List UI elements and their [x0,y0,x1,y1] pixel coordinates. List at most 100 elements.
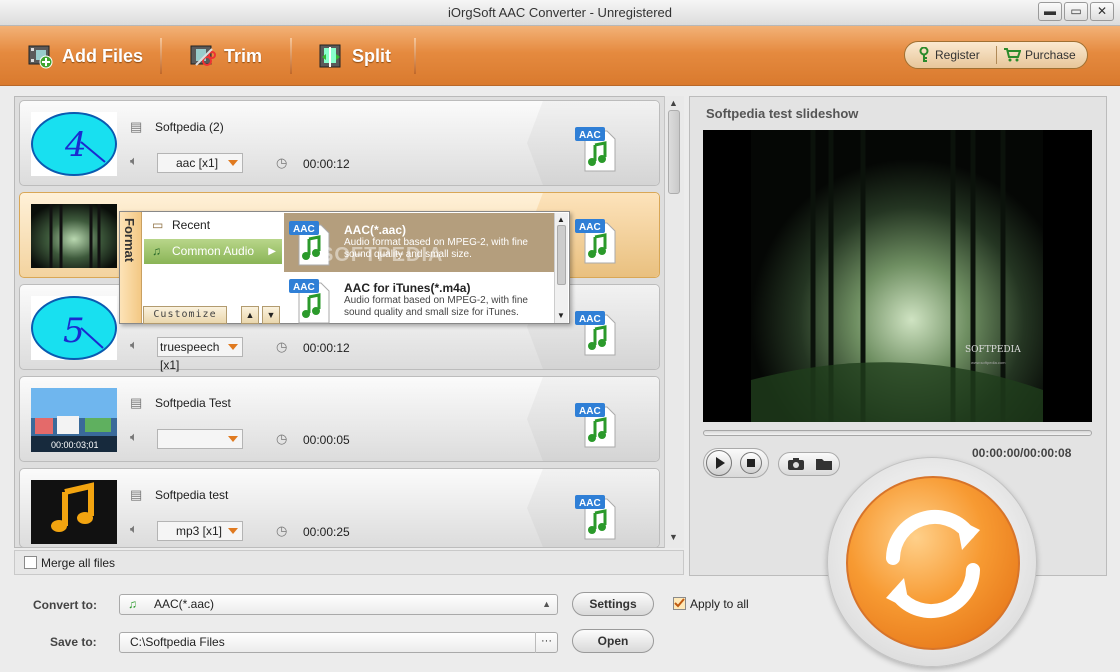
svg-text:AAC: AAC [579,406,601,417]
split-button[interactable]: Split [318,40,391,72]
scroll-thumb[interactable] [557,225,566,285]
audio-track-select[interactable]: aac [x1] [157,153,243,173]
convert-to-value: AAC(*.aac) [154,597,215,611]
window-title: iOrgSoft AAC Converter - Unregistered [448,5,672,20]
stop-icon [747,459,755,467]
softpedia-watermark: SOFTPEDIA [320,244,444,266]
merge-checkbox[interactable] [24,556,37,569]
maximize-button[interactable]: ▭ [1064,2,1088,21]
purchase-link[interactable]: Purchase [1003,48,1076,62]
film-icon: ▤ [130,119,143,134]
trim-button[interactable]: Trim [190,40,262,72]
chevron-down-icon [228,528,238,534]
format-option-m4a[interactable]: AAC AAC for iTunes(*.m4a) Audio format b… [284,273,554,324]
folder-icon [816,459,832,470]
stop-button[interactable] [740,452,762,474]
chevron-right-icon: ▶ [268,246,276,257]
play-button[interactable] [706,450,732,476]
file-name: Softpedia (2) [155,120,224,134]
output-format-area[interactable]: AAC [527,377,659,461]
output-format-area[interactable]: AAC [527,101,659,185]
convert-button[interactable] [827,457,1037,667]
file-list-scrollbar[interactable]: ▲ ▼ [664,96,684,548]
minimize-button[interactable]: ▬ [1038,2,1062,21]
settings-button[interactable]: Settings [572,592,654,616]
scroll-down-arrow[interactable]: ▼ [669,532,678,542]
svg-text:AAC: AAC [579,130,601,141]
format-list-scrollbar[interactable]: ▲ ▼ [554,213,568,323]
add-files-button[interactable]: Add Files [28,40,143,72]
aac-file-icon: AAC [575,493,619,541]
chevron-down-icon [228,344,238,350]
file-duration: 00:00:25 [303,525,350,539]
video-preview: SOFTPEDIA www.softpedia.com [703,130,1092,422]
file-row[interactable]: 00:00:03;01 ▤ Softpedia Test 🔈︎ ◷ 00:00:… [19,376,660,462]
scroll-up-arrow[interactable]: ▲ [557,215,565,224]
aac-file-icon: AAC [575,401,619,449]
toolbar-separator [160,38,162,74]
file-row[interactable]: 4 ▤ Softpedia (2) 🔈︎ aac [x1] ◷ 00:00:12… [19,100,660,186]
scroll-thumb[interactable] [668,110,680,194]
category-up-button[interactable]: ▲ [241,306,259,324]
open-button[interactable]: Open [572,629,654,653]
convert-to-label: Convert to: [33,598,97,612]
category-common-audio[interactable]: ♫ Common Audio ▶ [144,239,282,264]
toolbar-separator [290,38,292,74]
play-icon [716,457,725,469]
film-icon: ▤ [130,487,143,502]
browse-button[interactable]: ··· [535,632,557,653]
split-label: Split [352,45,391,66]
file-thumbnail: 4 [31,112,117,176]
file-duration: 00:00:12 [303,157,350,171]
register-link[interactable]: Register [917,47,980,63]
split-icon [318,43,344,69]
save-to-field[interactable]: C:\Softpedia Files ··· [119,632,558,653]
category-down-button[interactable]: ▼ [262,306,280,324]
svg-text:5: 5 [63,311,85,351]
svg-text:AAC: AAC [293,282,315,293]
apply-to-all-checkbox[interactable] [673,597,686,610]
speaker-icon: 🔈︎ [130,429,138,444]
title-bar: iOrgSoft AAC Converter - Unregistered ▬ … [0,0,1120,26]
audio-track-select[interactable]: mp3 [x1] [157,521,243,541]
format-option-name: AAC for iTunes(*.m4a) [344,281,471,295]
clock-icon: ◷ [276,431,288,446]
svg-text:AAC: AAC [579,498,601,509]
format-popup-header: Format [120,212,142,323]
svg-text:AAC: AAC [293,224,315,235]
svg-text:AAC: AAC [579,222,601,233]
snapshot-button[interactable] [787,456,805,475]
save-to-label: Save to: [50,635,97,649]
audio-track-value: mp3 [x1] [176,524,223,538]
convert-to-select[interactable]: ♫ AAC(*.aac) ▲ [119,594,558,615]
customize-button[interactable]: Customize [143,306,227,324]
apply-to-all-label: Apply to all [690,597,749,611]
playback-progress-bar[interactable] [703,430,1092,436]
cart-icon [1004,48,1021,62]
snapshot-controls [778,452,840,476]
aac-file-icon: AAC [575,309,619,357]
file-thumbnail [31,204,117,268]
output-format-area[interactable]: AAC [527,469,659,547]
audio-track-select[interactable] [157,429,243,449]
main-toolbar: Add Files Trim Split Register Purchase [0,26,1120,86]
camera-icon [788,458,804,470]
file-duration: 00:00:12 [303,341,350,355]
file-thumbnail: 5 [31,296,117,360]
file-thumbnail: 00:00:03;01 [31,388,117,452]
scroll-up-arrow[interactable]: ▲ [669,98,678,108]
folder-icon: ▭ [152,218,164,232]
file-name: Softpedia Test [155,396,231,410]
close-button[interactable]: ✕ [1090,2,1114,21]
audio-track-select[interactable]: truespeech [x1] [157,337,243,372]
category-recent[interactable]: ▭ Recent [144,213,282,238]
aac-file-icon: AAC [575,125,619,173]
scroll-down-arrow[interactable]: ▼ [557,311,565,320]
clock-icon: ◷ [276,523,288,538]
snapshot-folder-button[interactable] [815,456,833,475]
file-row[interactable]: ▤ Softpedia test 🔈︎ mp3 [x1] ◷ 00:00:25 … [19,468,660,548]
playback-controls [703,448,769,478]
convert-button-face [846,476,1020,650]
speaker-icon: 🔈︎ [130,521,138,536]
register-label: Register [935,48,980,62]
